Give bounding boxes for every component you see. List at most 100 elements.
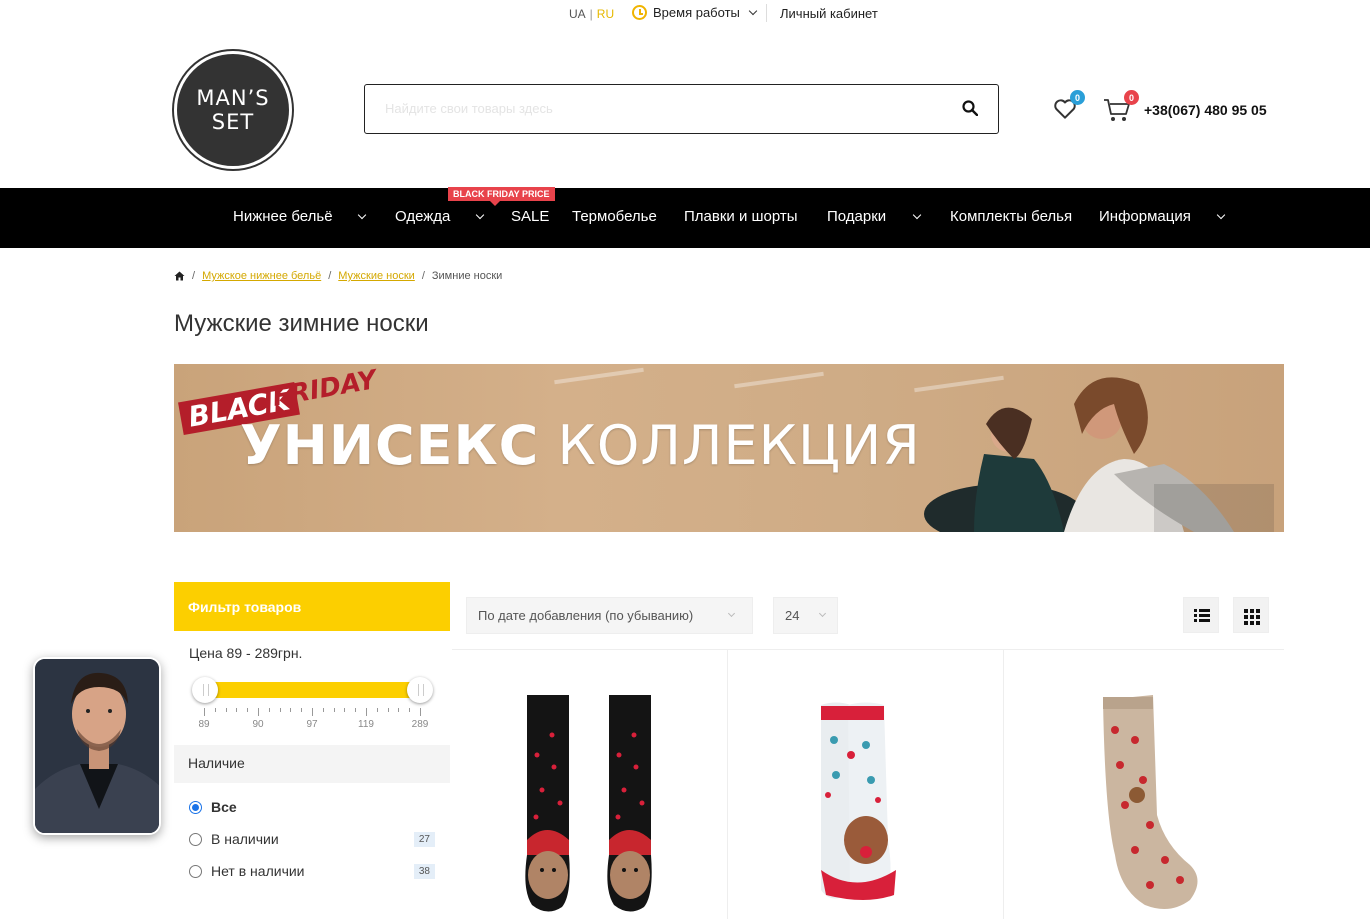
chevron-down-icon[interactable]	[357, 210, 367, 220]
breadcrumb: / Мужское нижнее бельё / Мужские носки /…	[174, 270, 502, 282]
price-range-label: Цена 89 - 289грн.	[189, 645, 303, 661]
chevron-down-icon	[818, 609, 827, 618]
banner-friday-text: FRIDAY	[270, 365, 379, 413]
lang-ru-link[interactable]: RU	[597, 7, 614, 21]
cart-count-badge: 0	[1124, 90, 1139, 105]
availability-option-in-stock[interactable]: В наличии 27	[174, 823, 450, 855]
breadcrumb-current: Зимние носки	[431, 270, 503, 282]
nav-item-sale[interactable]: SALE	[511, 208, 549, 225]
tick-label: 97	[306, 719, 318, 730]
banner-photo	[924, 377, 1274, 532]
banner-headline-light: КОЛЛЕКЦИЯ	[539, 414, 921, 477]
availability-option-out-of-stock[interactable]: Нет в наличии 38	[174, 855, 450, 887]
nav-item-clothing[interactable]: Одежда	[395, 208, 450, 225]
slider-tick	[355, 708, 357, 712]
price-slider-max-handle[interactable]	[407, 677, 433, 703]
search-box	[364, 84, 999, 134]
grid-view-button[interactable]	[1233, 597, 1269, 633]
page-title: Мужские зимние носки	[174, 310, 429, 337]
banner-headline-bold: УНИСЕКС	[240, 414, 540, 477]
clock-icon	[632, 5, 647, 20]
language-switcher: UA | RU	[569, 7, 614, 21]
nav-item-swimwear[interactable]: Плавки и шорты	[684, 208, 798, 225]
slider-tick	[247, 708, 249, 712]
breadcrumb-separator: /	[192, 270, 196, 282]
wishlist-button[interactable]: 0	[1052, 90, 1085, 122]
slider-tick	[344, 708, 346, 712]
tick-label: 289	[411, 719, 429, 730]
product-card[interactable]	[1005, 650, 1281, 919]
slider-tick	[333, 708, 335, 712]
logo-line1: MAN’S	[196, 86, 270, 110]
option-count-badge: 27	[413, 831, 435, 847]
option-label: Все	[211, 799, 237, 815]
search-input[interactable]	[365, 85, 925, 131]
product-image	[821, 702, 896, 900]
slider-tick	[236, 708, 238, 712]
chevron-down-icon[interactable]	[1216, 210, 1226, 220]
working-hours-dropdown[interactable]: Время работы	[632, 5, 758, 20]
slider-tick	[376, 708, 378, 712]
top-bar: UA | RU Время работы Личный кабинет	[0, 0, 1370, 28]
slider-tick	[398, 708, 400, 712]
breadcrumb-link-underwear[interactable]: Мужское нижнее бельё	[202, 270, 321, 282]
cart-button[interactable]: 0	[1102, 90, 1139, 124]
phone-number[interactable]: +38(067) 480 95 05	[1144, 102, 1267, 118]
road-marking	[734, 371, 824, 389]
logo-line2: SET	[211, 110, 255, 134]
radio-button[interactable]	[189, 832, 202, 846]
breadcrumb-link-socks[interactable]: Мужские носки	[338, 270, 415, 282]
tick-label: 119	[358, 719, 374, 730]
video-consultant-widget[interactable]	[33, 657, 161, 835]
radio-button[interactable]	[189, 864, 202, 878]
lang-ua-link[interactable]: UA	[569, 7, 586, 21]
option-count-badge: 38	[413, 863, 435, 879]
per-page-value: 24	[785, 608, 800, 623]
product-card[interactable]	[728, 650, 1004, 919]
divider	[766, 4, 767, 22]
availability-title: Наличие	[174, 745, 450, 783]
slider-tick	[387, 708, 389, 712]
breadcrumb-separator: /	[421, 270, 425, 282]
list-view-icon	[1194, 609, 1210, 622]
slider-tick	[409, 708, 411, 712]
slider-tick	[290, 708, 292, 712]
logo[interactable]: MAN’S SET	[174, 51, 292, 169]
lang-separator: |	[589, 7, 593, 21]
promo-banner[interactable]: BLACK FRIDAY УНИСЕКС КОЛЛЕКЦИЯ	[174, 364, 1284, 532]
working-hours-label: Время работы	[653, 5, 740, 20]
sort-value: По дате добавления (по убыванию)	[478, 608, 694, 623]
slider-tick	[268, 708, 270, 712]
filter-title: Фильтр товаров	[174, 582, 450, 631]
radio-button[interactable]	[189, 800, 202, 814]
slider-tick	[258, 708, 259, 716]
slider-tick	[225, 708, 227, 712]
product-card[interactable]	[452, 650, 728, 919]
chevron-down-icon[interactable]	[912, 210, 922, 220]
price-slider-min-handle[interactable]	[192, 677, 218, 703]
slider-tick	[301, 708, 303, 712]
nav-item-thermal[interactable]: Термобелье	[572, 208, 657, 225]
home-icon[interactable]	[174, 271, 185, 281]
nav-item-info[interactable]: Информация	[1099, 208, 1191, 225]
search-icon[interactable]	[962, 100, 978, 116]
per-page-select[interactable]: 24	[773, 597, 838, 634]
breadcrumb-separator: /	[328, 270, 332, 282]
product-image	[1103, 695, 1198, 909]
chevron-down-icon[interactable]	[475, 210, 485, 220]
slider-tick	[420, 708, 421, 716]
sort-select[interactable]: По дате добавления (по убыванию)	[466, 597, 753, 634]
slider-tick	[204, 708, 205, 716]
option-label: Нет в наличии	[211, 863, 305, 879]
main-nav: Нижнее бельё Одежда SALE Термобелье Плав…	[0, 188, 1370, 248]
account-link[interactable]: Личный кабинет	[780, 6, 878, 21]
nav-item-sets[interactable]: Комплекты белья	[950, 208, 1072, 225]
price-slider[interactable]: 89 90 97 119 289	[192, 677, 433, 737]
availability-option-all[interactable]: Все	[174, 791, 450, 823]
banner-headline: УНИСЕКС КОЛЛЕКЦИЯ	[240, 414, 921, 477]
slider-tick	[366, 708, 367, 716]
nav-item-gifts[interactable]: Подарки	[827, 208, 886, 225]
price-slider-track	[204, 682, 420, 698]
nav-item-underwear[interactable]: Нижнее бельё	[233, 208, 333, 225]
list-view-button[interactable]	[1183, 597, 1219, 633]
